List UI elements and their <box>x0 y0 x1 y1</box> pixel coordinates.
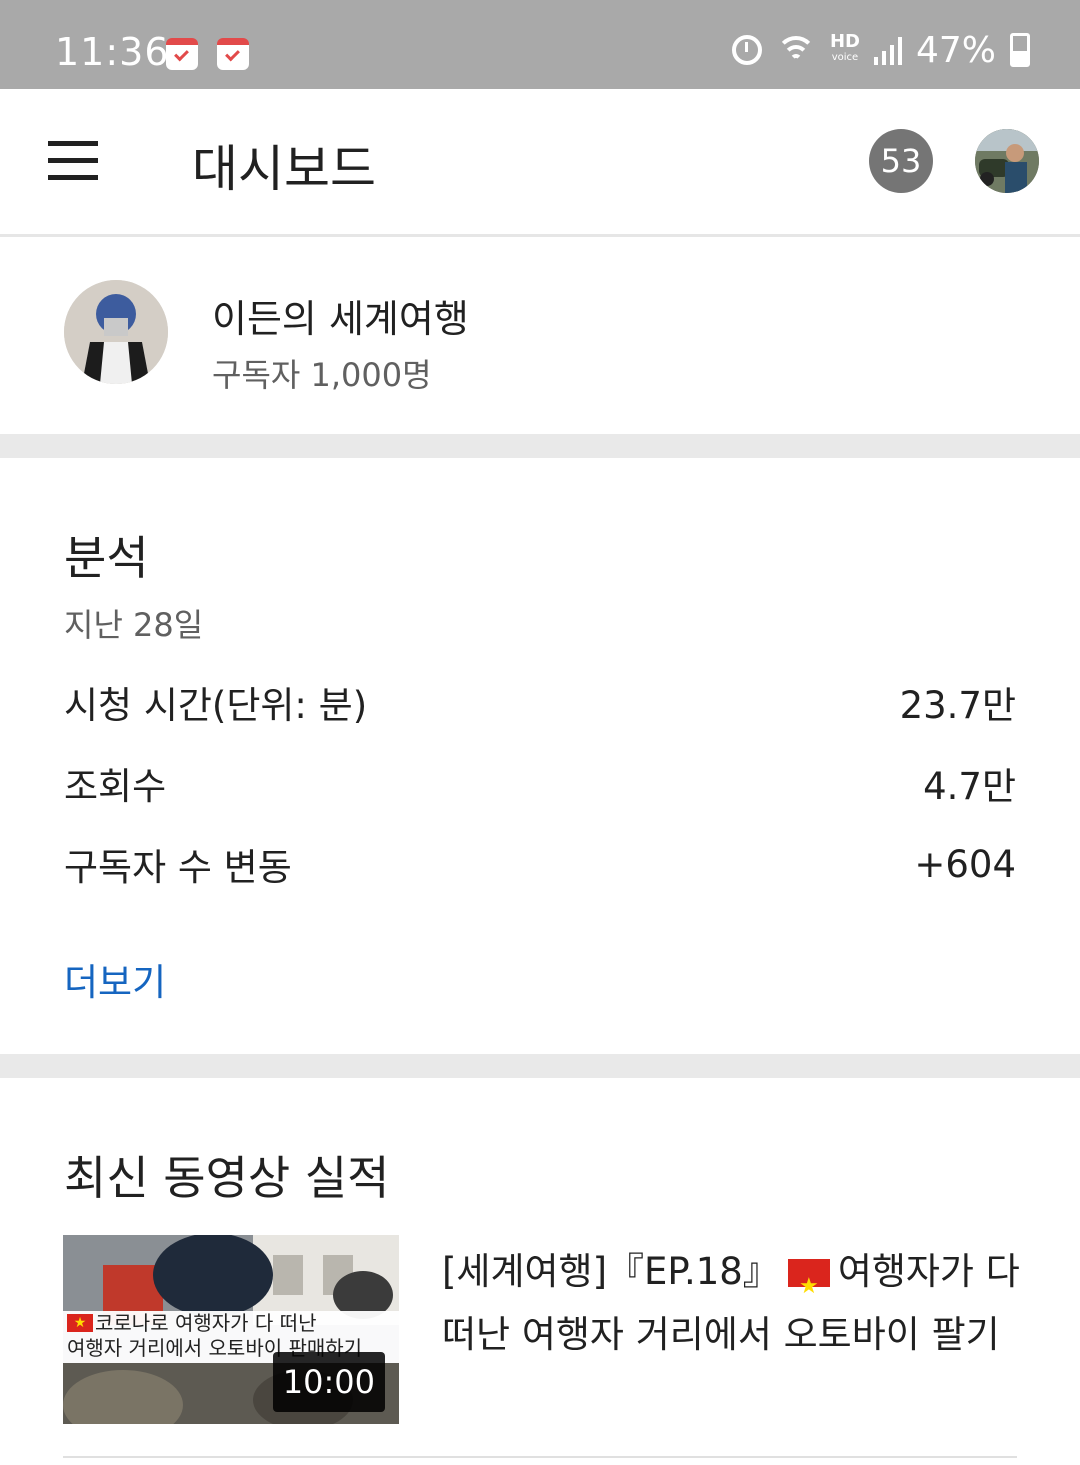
metric-row-views: 조회수 4.7만 <box>64 753 1016 813</box>
calendar-icon <box>166 38 198 70</box>
page-title: 대시보드 <box>192 140 376 198</box>
notification-badge[interactable]: 53 <box>869 129 933 193</box>
analytics-card: 분석 지난 28일 시청 시간(단위: 분) 23.7만 조회수 4.7만 구독… <box>0 458 1080 1054</box>
metric-row-watch-time: 시청 시간(단위: 분) 23.7만 <box>64 672 1016 732</box>
wifi-icon <box>775 34 816 66</box>
channel-card[interactable]: 이든의 세계여행 구독자 1,000명 <box>0 240 1080 434</box>
account-avatar[interactable] <box>975 129 1039 193</box>
status-time: 11:36 <box>55 30 170 74</box>
alarm-icon <box>731 35 762 65</box>
channel-name: 이든의 세계여행 <box>212 297 469 341</box>
vietnam-flag-icon <box>67 1311 93 1336</box>
see-more-link[interactable]: 더보기 <box>64 952 166 1006</box>
battery-icon <box>1010 33 1030 67</box>
analytics-title: 분석 <box>64 531 149 585</box>
hd-voice-icon: HD voice <box>829 31 860 64</box>
metric-label: 구독자 수 변동 <box>64 846 292 889</box>
video-thumbnail[interactable]: 코로나로 여행자가 다 떠난 여행자 거리에서 오토바이 판매하기 10:00 <box>63 1235 399 1424</box>
subscriber-count: 구독자 1,000명 <box>212 356 432 394</box>
metric-row-subscribers: 구독자 수 변동 +604 <box>64 834 1016 894</box>
vietnam-flag-icon <box>787 1255 830 1318</box>
battery-percent: 47% <box>915 29 996 71</box>
status-icons: HD voice 47% <box>731 28 1030 72</box>
metric-value: +604 <box>914 842 1016 886</box>
menu-icon[interactable] <box>48 141 100 181</box>
analytics-period: 지난 28일 <box>64 606 204 644</box>
divider-line <box>63 1456 1017 1458</box>
app-bar: 대시보드 53 <box>0 89 1080 237</box>
section-divider <box>0 434 1080 458</box>
status-bar: 11:36 HD voice 47% <box>0 0 1080 89</box>
metric-value: 4.7만 <box>923 765 1016 808</box>
latest-video-card: 최신 동영상 실적 코로나로 여행자가 다 떠난 여행자 거리에서 오토바이 판… <box>0 1078 1080 1465</box>
metric-value: 23.7만 <box>899 684 1016 727</box>
signal-icon <box>873 35 902 65</box>
metric-label: 조회수 <box>64 765 167 808</box>
calendar-icon <box>217 38 249 70</box>
channel-avatar <box>64 280 168 384</box>
latest-video-title: 최신 동영상 실적 <box>64 1151 390 1205</box>
section-divider <box>0 1054 1080 1078</box>
video-duration: 10:00 <box>272 1352 385 1412</box>
metric-label: 시청 시간(단위: 분) <box>64 684 368 727</box>
video-title[interactable]: [세계여행]『EP.18』여행자가 다 떠난 여행자 거리에서 오토바이 팔기 <box>442 1240 1022 1366</box>
